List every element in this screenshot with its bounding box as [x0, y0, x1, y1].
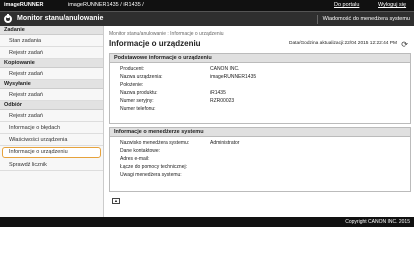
- info-label: Dane kontaktowe:: [120, 148, 161, 154]
- sidebar-section-copy: Kopiowanie: [0, 59, 103, 68]
- main-content: Monitor stanu/anulowanie : Informacje o …: [105, 26, 414, 217]
- info-value: Administrator: [210, 140, 240, 146]
- sidebar-item-job-log[interactable]: Rejestr zadań: [0, 47, 103, 59]
- sidebar-item-error-info[interactable]: Informacje o błędach: [0, 122, 103, 134]
- copyright-text: Copyright CANON INC. 2015: [345, 219, 410, 225]
- info-label: Nazwisko menedżera systemu:: [120, 140, 190, 146]
- info-row: Adres e-mail:: [110, 155, 410, 163]
- sidebar-section-job: Zadanie: [0, 26, 103, 35]
- page-header-title: Monitor stanu/anulowanie: [17, 15, 104, 22]
- sidebar-item-check-counter[interactable]: Sprawdź licznik: [0, 159, 103, 171]
- info-row: Nazwa urządzenia: imageRUNNER1435: [110, 73, 410, 81]
- info-row: Nazwa produktu: iR1435: [110, 89, 410, 97]
- brand-name: imageRUNNER: [4, 2, 44, 8]
- info-value: RZR00023: [210, 98, 235, 104]
- footer: Copyright CANON INC. 2015: [0, 217, 414, 227]
- refresh-icon[interactable]: ⟳: [401, 40, 408, 49]
- info-label: Położenie:: [120, 82, 144, 88]
- info-label: Adres e-mail:: [120, 156, 150, 162]
- info-row: Producent: CANON INC.: [110, 65, 410, 73]
- update-timestamp: Data/Godzina aktualizacji:22/04 2015 12:…: [288, 41, 397, 46]
- sidebar-item-device-features[interactable]: Właściwości urządzenia: [0, 134, 103, 146]
- basic-info-title: Podstawowe informacje o urządzeniu: [110, 54, 410, 63]
- logout-link[interactable]: Wyloguj się: [378, 2, 406, 8]
- sidebar-item-job-status[interactable]: Stan zadania: [0, 35, 103, 47]
- sidebar-item-device-info[interactable]: Informacje o urządzeniu: [2, 147, 101, 158]
- info-label: Numer telefonu:: [120, 106, 156, 112]
- info-row: Uwagi menedżera systemu:: [110, 171, 410, 179]
- info-label: Nazwa urządzenia:: [120, 74, 163, 80]
- sidebar-section-receive: Odbiór: [0, 101, 103, 110]
- info-value: imageRUNNER1435: [210, 74, 257, 80]
- info-label: Producent:: [120, 66, 145, 72]
- top-bar: imageRUNNER imageRUNNER1435 / iR1435 / D…: [0, 0, 414, 11]
- admin-info-panel: Informacje o menedżerze systemu Nazwisko…: [109, 127, 411, 192]
- info-value: iR1435: [210, 90, 226, 96]
- info-row: Dane kontaktowe:: [110, 147, 410, 155]
- page-title: Informacje o urządzeniu: [109, 39, 201, 48]
- sidebar-item-send-log[interactable]: Rejestr zadań: [0, 89, 103, 101]
- portal-link[interactable]: Do portalu: [334, 2, 359, 8]
- info-label: Uwagi menedżera systemu:: [120, 172, 182, 178]
- info-label: Nazwa produktu:: [120, 90, 158, 96]
- info-row: Numer telefonu:: [110, 105, 410, 113]
- basic-info-panel: Podstawowe informacje o urządzeniu Produ…: [109, 53, 411, 124]
- info-row: Numer seryjny: RZR00023: [110, 97, 410, 105]
- device-name: imageRUNNER1435 / iR1435 /: [68, 2, 144, 8]
- info-row: Położenie:: [110, 81, 410, 89]
- sidebar-item-copy-log[interactable]: Rejestr zadań: [0, 68, 103, 80]
- scroll-top-icon[interactable]: ▲: [112, 198, 120, 204]
- info-label: Łącze do pomocy technicznej:: [120, 164, 187, 170]
- admin-info-title: Informacje o menedżerze systemu: [110, 128, 410, 137]
- sidebar-item-receive-log[interactable]: Rejestr zadań: [0, 110, 103, 122]
- sidebar-section-send: Wysyłanie: [0, 80, 103, 89]
- sidebar: Zadanie Stan zadania Rejestr zadań Kopio…: [0, 26, 104, 217]
- info-row: Nazwisko menedżera systemu: Administrator: [110, 139, 410, 147]
- info-row: Łącze do pomocy technicznej:: [110, 163, 410, 171]
- info-value: CANON INC.: [210, 66, 240, 72]
- info-label: Numer seryjny:: [120, 98, 154, 104]
- power-icon: [4, 14, 12, 23]
- message-to-admin-link[interactable]: Wiadomość do menedżera systemu: [316, 15, 410, 24]
- title-bar: Monitor stanu/anulowanie Wiadomość do me…: [0, 11, 414, 26]
